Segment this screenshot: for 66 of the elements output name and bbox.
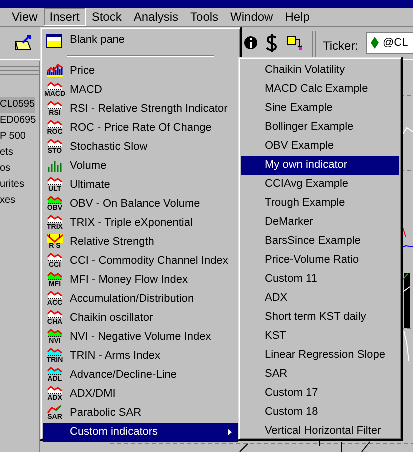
wave-chart-icon — [47, 329, 63, 338]
wave-chart-icon — [47, 386, 63, 395]
menu-item[interactable]: Linear Regression Slope — [241, 346, 399, 365]
symbol-item[interactable]: CL0595 — [0, 97, 36, 113]
crossing-lines-icon — [47, 234, 63, 243]
ticker-label: Ticker: — [323, 38, 359, 55]
menu-bar-item[interactable]: View — [6, 8, 44, 26]
menu-item[interactable]: Chaikin Volatility — [241, 61, 399, 80]
ticker-field[interactable]: @CL — [366, 32, 413, 54]
volume-bars-icon — [47, 158, 63, 172]
symbol-item[interactable]: xes — [0, 193, 16, 209]
symbol-item[interactable]: os — [0, 161, 11, 177]
menu-item[interactable]: Bollinger Example — [241, 118, 399, 137]
menu-item[interactable]: CCIAvg Example — [241, 175, 399, 194]
wave-chart-icon — [47, 215, 63, 224]
connector-icon[interactable] — [287, 36, 303, 50]
wave-chart-icon — [47, 139, 63, 148]
menu-bar-item[interactable]: Tools — [184, 8, 225, 26]
menu-bar-item[interactable]: Help — [279, 8, 316, 26]
wave-chart-icon — [47, 101, 63, 110]
wave-chart-icon — [47, 82, 63, 91]
symbol-item[interactable]: ED0695 — [0, 113, 36, 129]
wave-chart-icon — [47, 367, 63, 376]
wave-chart-icon — [47, 348, 63, 357]
trend-line-icon — [47, 405, 63, 414]
submenu-arrow-icon — [228, 429, 232, 436]
menu-item[interactable]: Sine Example — [241, 99, 399, 118]
wave-chart-icon — [47, 272, 63, 281]
wave-chart-icon — [47, 310, 63, 319]
menu-item[interactable]: Custom indicators — [43, 423, 238, 442]
folder-icon[interactable] — [15, 34, 33, 52]
menu-item[interactable]: Price — [43, 62, 238, 81]
menu-bar-item[interactable]: Insert — [44, 8, 86, 26]
menu-item[interactable]: KST — [241, 327, 399, 346]
menu-item[interactable]: OBV Example — [241, 137, 399, 156]
menu-item[interactable]: Trough Example — [241, 194, 399, 213]
menu-item[interactable]: Custom 17 — [241, 384, 399, 403]
menu-item[interactable]: SAR — [241, 365, 399, 384]
window-icon — [46, 34, 62, 48]
menu-item[interactable]: Custom 11 — [241, 270, 399, 289]
menu-bar-item[interactable]: Window — [224, 8, 280, 26]
menu-item[interactable]: Volume — [43, 157, 238, 176]
menu-bar-item[interactable]: Analysis — [128, 8, 185, 26]
menu-item[interactable]: DeMarker — [241, 213, 399, 232]
wave-chart-icon — [47, 291, 63, 300]
menu-bar-item[interactable]: Stock — [86, 8, 128, 26]
menu-item[interactable]: Custom 18 — [241, 403, 399, 422]
menu-item[interactable]: BarsSince Example — [241, 232, 399, 251]
dollar-icon[interactable] — [266, 34, 278, 52]
menu-item[interactable]: Short term KST daily — [241, 308, 399, 327]
menu-item[interactable]: Blank pane — [43, 31, 238, 50]
symbol-item[interactable]: P 500 — [0, 129, 26, 145]
menu-item[interactable]: My own indicator — [241, 156, 399, 175]
wave-chart-icon — [47, 120, 63, 129]
menu-item[interactable]: MACD Calc Example — [241, 80, 399, 99]
wave-chart-icon — [47, 253, 63, 262]
price-chart-icon — [47, 63, 63, 77]
wave-chart-icon — [47, 177, 63, 186]
menu-item[interactable]: Vertical Horizontal Filter — [241, 422, 399, 441]
menu-item[interactable]: ADX — [241, 289, 399, 308]
symbol-item[interactable]: urites — [0, 177, 24, 193]
wave-chart-icon — [47, 196, 63, 205]
diamond-icon — [371, 37, 379, 49]
menu-item[interactable]: Price-Volume Ratio — [241, 251, 399, 270]
symbol-item[interactable]: ets — [0, 145, 14, 161]
info-icon[interactable] — [244, 36, 258, 50]
